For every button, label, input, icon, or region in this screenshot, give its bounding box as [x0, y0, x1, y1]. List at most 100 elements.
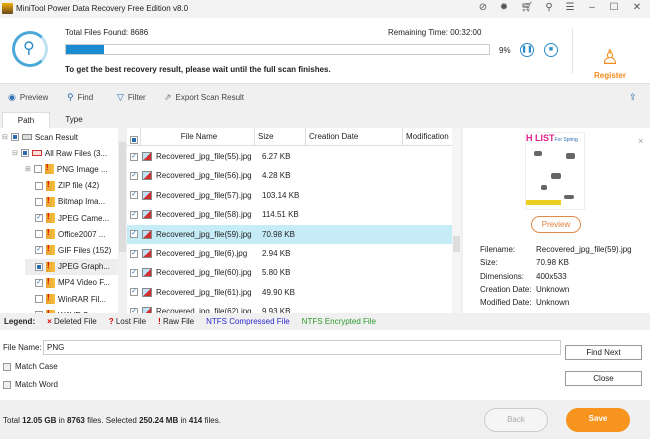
tree-checkbox[interactable] — [35, 197, 43, 206]
file-size: 49.90 KB — [262, 287, 295, 297]
table-row[interactable]: ✓ Recovered_jpg_file(56).jpg 4.28 KB — [127, 166, 452, 185]
tree-checkbox[interactable]: ✓ — [35, 214, 43, 222]
row-checkbox[interactable]: ✓ — [130, 288, 138, 297]
preview-tool-button[interactable]: ◉ Preview — [8, 92, 48, 103]
export-scan-result-button[interactable]: ⇗ Export Scan Result — [164, 92, 244, 103]
column-size[interactable]: Size — [255, 128, 306, 146]
tree-checkbox[interactable] — [35, 230, 43, 239]
folder-tree: ⊟Scan Result ⊟ All Raw Files (3... ⊞ PNG Ima… — [0, 128, 118, 313]
search-icon: ⚲ — [67, 92, 74, 102]
file-size: 103.14 KB — [262, 190, 300, 200]
register-button[interactable]: ♙ Register — [585, 48, 635, 80]
file-list-scrollbar[interactable] — [452, 128, 461, 313]
file-list-header: File Name Size Creation Date Modificatio… — [127, 128, 452, 146]
file-name: Recovered_jpg_file(59).jpg — [156, 229, 252, 239]
tree-node[interactable]: ✓ MP4 Video F... — [25, 275, 110, 291]
file-name: Recovered_jpg_file(60).jpg — [156, 268, 252, 278]
tree-checkbox[interactable] — [20, 149, 29, 158]
image-file-icon — [142, 229, 152, 239]
tab-path[interactable]: Path — [2, 112, 50, 129]
minimize-icon[interactable]: – — [585, 2, 599, 13]
row-checkbox[interactable]: ✓ — [130, 230, 138, 239]
pause-button[interactable]: ❚❚ — [520, 43, 534, 57]
tree-node-label: ZIP file (42) — [58, 181, 100, 191]
tree-node[interactable]: JPEG Graph... — [25, 258, 118, 275]
tree-node[interactable]: ✓ JPEG Came... — [25, 210, 109, 226]
footer: Total 12.05 GB in 8763 files. Selected 2… — [0, 400, 650, 439]
folder-icon — [46, 293, 55, 304]
maximize-icon[interactable]: ☐ — [607, 2, 621, 13]
row-checkbox[interactable]: ✓ — [130, 210, 138, 219]
tree-checkbox[interactable]: ✓ — [35, 278, 43, 287]
table-row[interactable]: ✓ Recovered_jpg_file(57).jpg 103.14 KB — [127, 186, 452, 205]
table-row[interactable]: ✓ Recovered_jpg_file(59).jpg 70.98 KB — [127, 224, 452, 244]
row-checkbox[interactable]: ✓ — [130, 152, 138, 161]
image-file-icon — [142, 171, 152, 181]
preview-button[interactable]: Preview — [531, 216, 581, 233]
tree-checkbox[interactable] — [35, 262, 43, 271]
tree-checkbox[interactable] — [35, 295, 43, 303]
settings-icon[interactable]: ✹ — [497, 2, 511, 13]
user-add-icon: ♙ — [601, 47, 619, 69]
legend-raw: ! Raw File — [158, 317, 195, 326]
row-checkbox[interactable]: ✓ — [130, 191, 138, 200]
tree-checkbox[interactable] — [10, 133, 19, 141]
tree-node[interactable]: ⊟ All Raw Files (3... — [12, 145, 107, 161]
file-name: Recovered_jpg_file(6).jpg — [156, 249, 248, 258]
tree-node[interactable]: Bitmap Ima... — [25, 194, 105, 210]
tree-node[interactable]: WinRAR Fil... — [25, 291, 106, 307]
table-row[interactable]: ✓ Recovered_jpg_file(62).jpg 9.93 KB — [127, 302, 452, 313]
search-icon[interactable]: ⚲ — [542, 2, 556, 13]
match-case-checkbox[interactable]: Match Case — [3, 362, 58, 371]
column-creation-date[interactable]: Creation Date — [306, 128, 403, 146]
tree-node[interactable]: ✓ GIF Files (152) — [25, 242, 111, 258]
key-icon[interactable]: ⊘ — [476, 2, 490, 13]
expand-toggle-icon[interactable]: ⊞ — [25, 165, 31, 173]
close-icon[interactable]: ✕ — [630, 2, 644, 13]
table-row[interactable]: ✓ Recovered_jpg_file(60).jpg 5.80 KB — [127, 263, 452, 282]
export-icon: ⇗ — [164, 92, 172, 102]
match-word-checkbox[interactable]: Match Word — [3, 380, 58, 389]
tree-node[interactable]: ZIP file (42) — [25, 178, 99, 194]
find-tool-button[interactable]: ⚲ Find — [67, 92, 93, 103]
preview-info-row: Modified Date: Unknown — [480, 298, 570, 308]
tree-checkbox[interactable] — [35, 181, 43, 190]
file-name-input[interactable]: PNG — [43, 340, 561, 355]
preview-info-row: Filename: Recovered_jpg_file(59).jpg — [480, 245, 632, 254]
table-row[interactable]: ✓ Recovered_jpg_file(55).jpg 6.27 KB — [127, 147, 452, 166]
share-button[interactable]: ⇪ — [629, 92, 637, 103]
legend: Legend: × Deleted File ? Lost File ! Raw… — [0, 313, 650, 330]
close-preview-icon[interactable]: × — [638, 136, 643, 146]
stop-button[interactable]: ■ — [544, 43, 558, 57]
close-find-button[interactable]: Close — [565, 371, 642, 386]
tree-checkbox[interactable]: ✓ — [35, 246, 43, 255]
tree-node[interactable]: ⊞ PNG Image ... — [25, 161, 108, 177]
tree-node[interactable]: ⊟ Scan Result — [2, 129, 78, 145]
file-size: 6.27 KB — [262, 152, 291, 161]
find-next-button[interactable]: Find Next — [565, 345, 642, 360]
row-checkbox[interactable]: ✓ — [130, 268, 138, 277]
tree-node-label: WinRAR Fil... — [58, 294, 106, 304]
tree-checkbox[interactable] — [33, 165, 42, 174]
select-all-checkbox[interactable] — [127, 128, 141, 146]
expand-toggle-icon[interactable]: ⊟ — [12, 149, 18, 157]
cart-icon[interactable]: 🛒︎ — [520, 2, 534, 13]
table-row[interactable]: ✓ Recovered_jpg_file(6).jpg 2.94 KB — [127, 244, 452, 263]
filter-tool-button[interactable]: ▽ Filter — [117, 92, 146, 103]
tab-type[interactable]: Type — [50, 112, 98, 129]
table-row[interactable]: ✓ Recovered_jpg_file(58).jpg 114.51 KB — [127, 205, 452, 224]
row-checkbox[interactable]: ✓ — [130, 171, 138, 180]
column-file-name[interactable]: File Name — [141, 128, 255, 146]
tree-node[interactable]: Office2007 ... — [25, 226, 105, 242]
column-modification[interactable]: Modification — [403, 128, 452, 146]
row-checkbox[interactable]: ✓ — [130, 249, 138, 258]
image-file-icon — [142, 287, 152, 297]
save-button[interactable]: Save — [566, 408, 630, 432]
table-row[interactable]: ✓ Recovered_jpg_file(61).jpg 49.90 KB — [127, 283, 452, 302]
back-button[interactable]: Back — [484, 408, 548, 432]
file-name: Recovered_jpg_file(55).jpg — [156, 152, 252, 161]
scan-progress-bar — [65, 44, 490, 55]
tree-scrollbar[interactable] — [118, 128, 127, 313]
image-file-icon — [142, 210, 152, 220]
menu-icon[interactable]: ☰ — [563, 2, 577, 13]
